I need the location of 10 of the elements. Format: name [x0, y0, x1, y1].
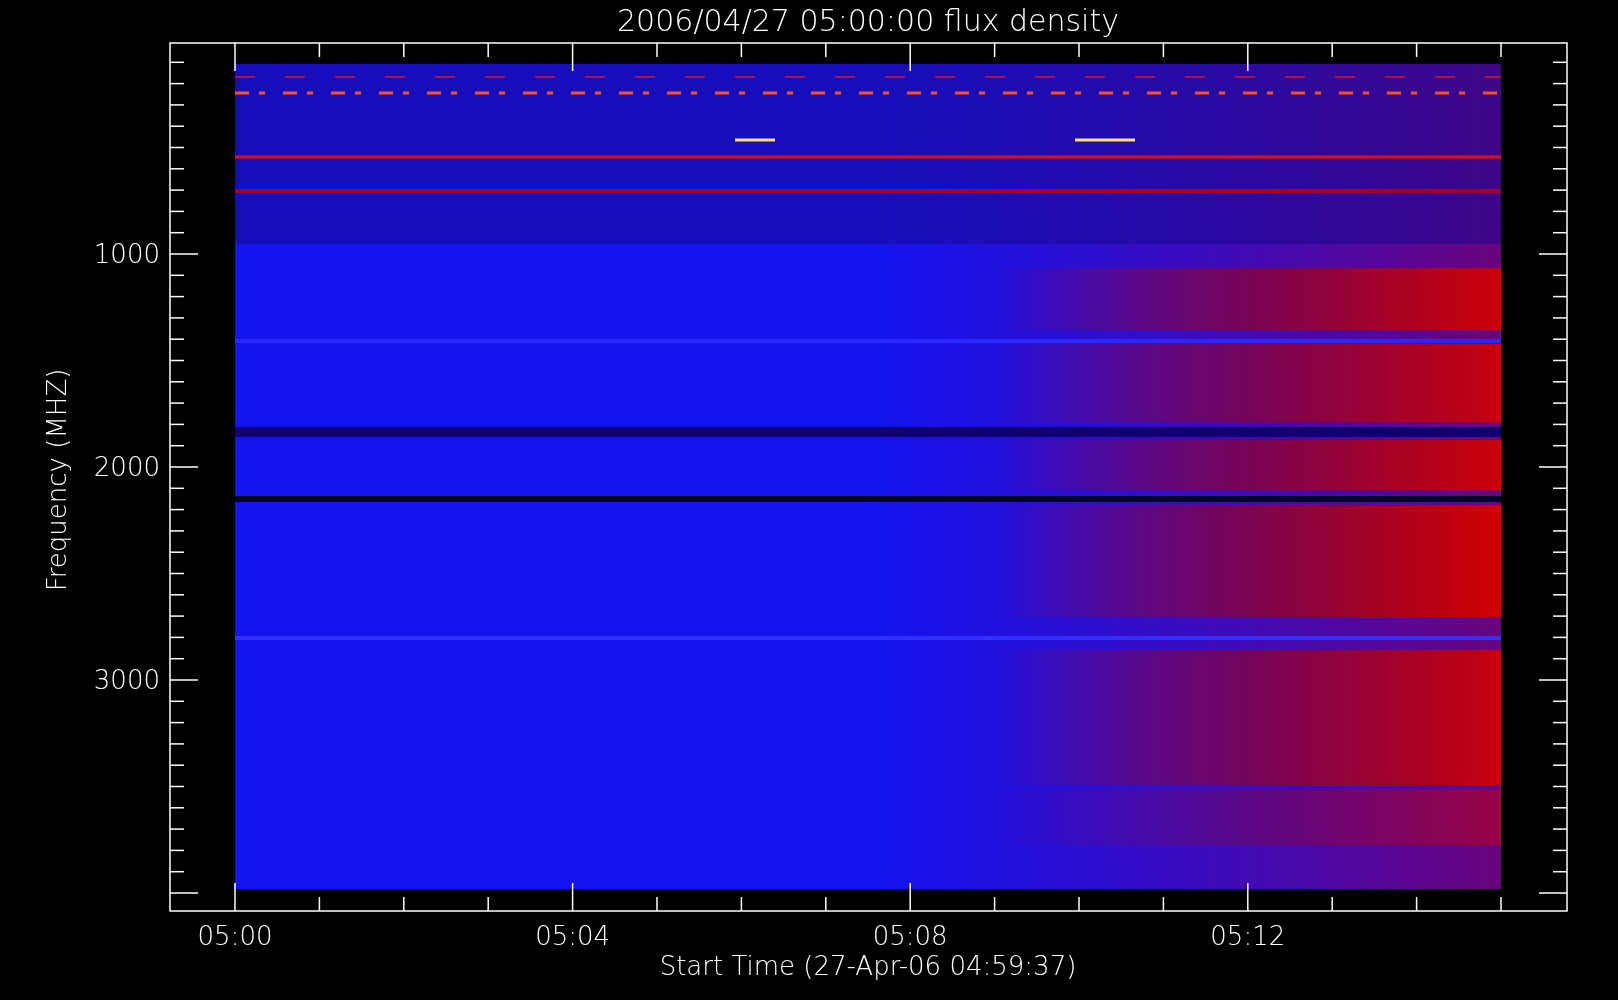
tick-label: 05:12 [1210, 921, 1286, 951]
tick-label: 3000 [93, 665, 160, 695]
axis-label: Start Time (27-Apr-06 04:59:37) [659, 951, 1077, 981]
tick-label: 2000 [93, 452, 160, 482]
tick-label: 05:04 [535, 921, 611, 951]
plot-title: 2006/04/27 05:00:00 flux density [617, 3, 1119, 38]
tick-label: 05:08 [872, 921, 948, 951]
tick-label: 1000 [93, 239, 160, 269]
tick-label: 05:00 [197, 921, 273, 951]
axis-label: Frequency (MHZ) [42, 368, 72, 592]
